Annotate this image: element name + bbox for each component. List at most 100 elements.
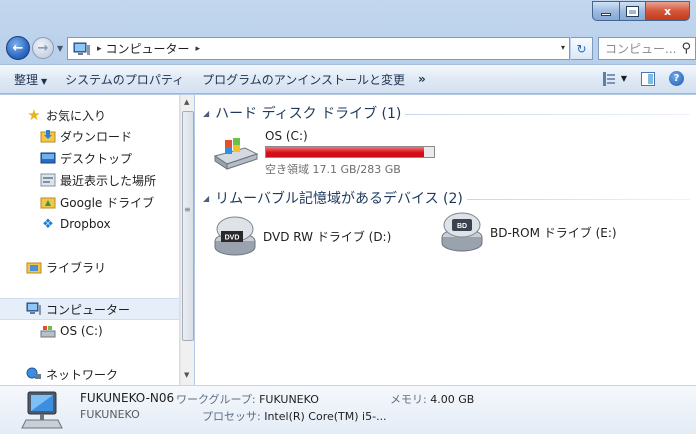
drive-free-space: 空き領域 17.1 GB/283 GB xyxy=(265,163,401,176)
navigation-pane-scrollbar[interactable]: ▲ ≡ ▼ xyxy=(180,95,194,385)
breadcrumb-computer[interactable]: コンピューター xyxy=(106,40,190,57)
nav-desktop[interactable]: デスクトップ xyxy=(0,147,179,169)
nav-recent-places-label: 最近表示した場所 xyxy=(60,173,157,188)
forward-button[interactable]: → xyxy=(32,37,54,59)
back-arrow-icon: ← xyxy=(12,40,24,56)
scrollbar-thumb[interactable] xyxy=(182,111,194,341)
view-controls: ▼ ? xyxy=(602,71,684,86)
nav-computer[interactable]: コンピューター xyxy=(0,298,179,320)
group-header-hard-disk-label: ハード ディスク ドライブ (1) xyxy=(215,106,402,122)
uninstall-programs-button[interactable]: プログラムのアンインストールと変更 xyxy=(193,71,414,88)
address-bar[interactable]: ▸ コンピューター ▸ ▾ xyxy=(67,37,570,60)
address-dropdown-icon[interactable]: ▾ xyxy=(561,43,565,52)
nav-favorites[interactable]: ★ お気に入り xyxy=(0,104,179,126)
group-header-removable-label: リムーバブル記憶域があるデバイス (2) xyxy=(215,191,463,207)
nav-favorites-label: お気に入り xyxy=(46,108,107,123)
computer-subname: FUKUNEKO xyxy=(80,408,140,421)
processor-value: Intel(R) Core(TM) i5-... xyxy=(264,410,387,423)
nav-libraries-label: ライブラリ xyxy=(46,260,107,275)
caption-buttons: x xyxy=(592,1,690,21)
dvd-badge: DVD xyxy=(225,235,240,242)
hard-drive-icon xyxy=(213,138,259,170)
drive-os-c[interactable]: OS (C:) 空き領域 17.1 GB/283 GB xyxy=(213,129,435,177)
refresh-icon: ↻ xyxy=(576,41,587,56)
computer-icon xyxy=(73,42,90,55)
drive-icon xyxy=(40,323,56,339)
nav-dropbox[interactable]: ❖ Dropbox xyxy=(0,213,179,235)
drive-bd-rom-e-label: BD-ROM ドライブ (E:) xyxy=(490,225,617,240)
chevron-down-icon: ▼ xyxy=(41,76,48,86)
views-icon xyxy=(602,71,617,86)
organize-button[interactable]: 整理 ▼ xyxy=(0,71,56,88)
search-input[interactable]: コンピュー... ⚲ xyxy=(598,37,696,60)
back-button[interactable]: ← xyxy=(6,36,30,60)
dvd-drive-icon: DVD xyxy=(214,216,256,256)
google-drive-folder-icon xyxy=(40,194,56,210)
nav-dropbox-label: Dropbox xyxy=(60,217,111,231)
close-button[interactable]: x xyxy=(646,1,690,21)
details-pane: FUKUNEKO-N06 FUKUNEKO ワークグループ: FUKUNEKO … xyxy=(0,385,696,434)
drive-bd-rom-e[interactable]: BD BD-ROM ドライブ (E:) xyxy=(440,211,617,253)
recent-places-icon xyxy=(40,172,56,188)
close-icon: x xyxy=(663,4,672,18)
nav-recent-places[interactable]: 最近表示した場所 xyxy=(0,169,179,191)
scrollbar-grip-icon: ≡ xyxy=(184,205,191,214)
workgroup-info: ワークグループ: FUKUNEKO xyxy=(176,391,319,407)
downloads-folder-icon xyxy=(40,128,56,144)
navigation-pane: ★ お気に入り ダウンロード デスクトップ 最近表示した場所 Google ドラ… xyxy=(0,95,180,385)
drive-usage-fill xyxy=(266,147,424,157)
nav-downloads-label: ダウンロード xyxy=(60,129,133,144)
breadcrumb-separator[interactable]: ▸ xyxy=(97,44,102,54)
system-properties-button[interactable]: システムのプロパティ xyxy=(56,71,193,88)
nav-os-drive[interactable]: OS (C:) xyxy=(0,320,179,342)
nav-desktop-label: デスクトップ xyxy=(60,151,133,166)
nav-google-drive-label: Google ドライブ xyxy=(60,195,155,210)
explorer-window: x ← → ▼ ▸ コンピューター ▸ ▾ ↻ コンピュー... ⚲ 整理 ▼ シ… xyxy=(0,0,696,434)
maximize-button[interactable] xyxy=(620,1,646,21)
minimize-button[interactable] xyxy=(592,1,620,21)
network-icon xyxy=(26,366,42,382)
nav-os-drive-label: OS (C:) xyxy=(60,324,103,338)
scroll-up-icon[interactable]: ▲ xyxy=(184,98,189,106)
group-header-removable[interactable]: ◢ リムーバブル記憶域があるデバイス (2) xyxy=(203,188,463,208)
computer-name: FUKUNEKO-N06 xyxy=(80,391,175,405)
navigation-bar: ← → ▼ ▸ コンピューター ▸ ▾ ↻ コンピュー... ⚲ xyxy=(0,32,696,62)
dropbox-icon: ❖ xyxy=(42,216,54,232)
preview-pane-icon[interactable] xyxy=(641,71,655,86)
nav-network-label: ネットワーク xyxy=(46,367,119,382)
star-icon: ★ xyxy=(27,106,41,124)
drive-dvd-rw-d[interactable]: DVD DVD RW ドライブ (D:) xyxy=(213,215,391,257)
help-icon[interactable]: ? xyxy=(669,71,684,86)
drive-dvd-rw-d-label: DVD RW ドライブ (D:) xyxy=(263,229,392,244)
memory-value: 4.00 GB xyxy=(430,393,475,406)
memory-info: メモリ: 4.00 GB xyxy=(390,391,474,407)
workgroup-key: ワークグループ: xyxy=(176,393,256,406)
libraries-icon xyxy=(26,259,42,275)
forward-arrow-icon: → xyxy=(37,40,49,56)
nav-network[interactable]: ネットワーク xyxy=(0,363,179,385)
collapse-icon: ◢ xyxy=(203,193,210,203)
nav-computer-label: コンピューター xyxy=(46,302,131,317)
change-view-button[interactable]: ▼ xyxy=(602,71,627,86)
organize-label: 整理 xyxy=(14,72,39,87)
nav-google-drive[interactable]: Google ドライブ xyxy=(0,191,179,213)
recent-pages-dropdown-icon[interactable]: ▼ xyxy=(57,44,63,53)
bd-drive-icon: BD xyxy=(441,212,483,252)
nav-downloads[interactable]: ダウンロード xyxy=(0,125,179,147)
collapse-icon: ◢ xyxy=(203,108,210,118)
group-divider xyxy=(467,199,690,200)
more-commands-button[interactable]: » xyxy=(414,72,435,86)
group-header-hard-disk[interactable]: ◢ ハード ディスク ドライブ (1) xyxy=(203,103,401,123)
computer-icon xyxy=(26,301,42,317)
maximize-icon xyxy=(626,5,639,17)
search-placeholder: コンピュー... xyxy=(605,42,677,56)
command-bar: 整理 ▼ システムのプロパティ プログラムのアンインストールと変更 » ▼ ? xyxy=(0,64,696,94)
breadcrumb-separator-end[interactable]: ▸ xyxy=(196,44,201,54)
chevron-down-icon: ▼ xyxy=(620,74,627,83)
processor-info: プロセッサ: Intel(R) Core(TM) i5-... xyxy=(202,408,387,424)
bd-badge: BD xyxy=(457,223,467,230)
refresh-button[interactable]: ↻ xyxy=(571,37,593,60)
scroll-down-icon[interactable]: ▼ xyxy=(184,371,189,379)
nav-libraries[interactable]: ライブラリ xyxy=(0,256,179,278)
processor-key: プロセッサ: xyxy=(202,410,261,423)
